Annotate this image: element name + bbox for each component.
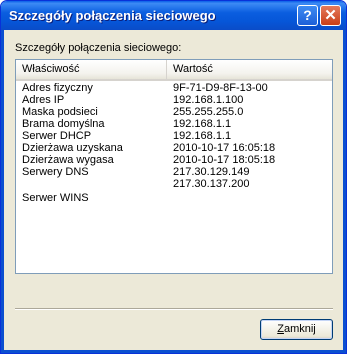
list-item[interactable]: Serwery DNS 217.30.129.149 — [16, 166, 332, 178]
list-item[interactable]: Dzierżawa uzyskana 2010-10-17 16:05:18 — [16, 142, 332, 154]
help-icon: ? — [303, 7, 312, 23]
window-frame-bottom — [1, 350, 346, 353]
property-name: Serwery DNS — [22, 166, 89, 178]
details-list[interactable]: Właściwość Wartość Adres fizyczny 9F-71-… — [15, 59, 333, 274]
list-item[interactable]: Serwer DHCP 192.168.1.1 — [16, 130, 332, 142]
property-name: Adres IP — [22, 94, 65, 106]
close-icon: ✕ — [324, 7, 337, 24]
column-header-value[interactable]: Wartość — [167, 60, 317, 79]
window-title: Szczegóły połączenia sieciowego — [9, 8, 216, 23]
property-name: Maska podsieci — [22, 106, 98, 118]
help-button[interactable]: ? — [297, 5, 318, 26]
property-value: 192.168.1.1 — [173, 118, 232, 130]
close-button[interactable]: Zamknij — [260, 319, 333, 340]
property-name: Serwer WINS — [22, 192, 89, 204]
property-value: 217.30.129.149 — [173, 166, 250, 178]
column-header-property[interactable]: Właściwość — [16, 60, 167, 79]
property-name: Dzierżawa wygasa — [22, 154, 114, 166]
close-button-label: amknij — [283, 323, 316, 335]
window-frame-left — [1, 30, 4, 353]
window-frame-right — [343, 30, 346, 353]
details-label: Szczegóły połączenia sieciowego: — [15, 42, 182, 54]
list-item[interactable]: 217.30.137.200 — [16, 178, 332, 190]
close-window-button[interactable]: ✕ — [320, 5, 341, 26]
list-rows: Adres fizyczny 9F-71-D9-8F-13-00 Adres I… — [16, 82, 332, 206]
list-item[interactable]: Serwer WINS — [16, 190, 332, 206]
separator — [15, 308, 333, 310]
property-name: Dzierżawa uzyskana — [22, 142, 123, 154]
dialog-window: Szczegóły połączenia sieciowego ? ✕ Szcz… — [0, 0, 347, 354]
list-item[interactable]: Brama domyślna 192.168.1.1 — [16, 118, 332, 130]
list-header: Właściwość Wartość — [16, 60, 332, 81]
property-value: 2010-10-17 18:05:18 — [173, 154, 276, 166]
property-name: Adres fizyczny — [22, 82, 93, 94]
property-value: 192.168.1.100 — [173, 94, 244, 106]
property-name: Serwer DHCP — [22, 130, 92, 142]
property-value: 9F-71-D9-8F-13-00 — [173, 82, 268, 94]
list-item[interactable]: Dzierżawa wygasa 2010-10-17 18:05:18 — [16, 154, 332, 166]
list-item[interactable]: Adres IP 192.168.1.100 — [16, 94, 332, 106]
list-item[interactable]: Adres fizyczny 9F-71-D9-8F-13-00 — [16, 82, 332, 94]
title-bar[interactable]: Szczegóły połączenia sieciowego ? ✕ — [1, 1, 346, 30]
list-item[interactable]: Maska podsieci 255.255.255.0 — [16, 106, 332, 118]
property-value: 255.255.255.0 — [173, 106, 244, 118]
property-value: 2010-10-17 16:05:18 — [173, 142, 276, 154]
property-value: 217.30.137.200 — [173, 178, 250, 190]
property-name: Brama domyślna — [22, 118, 105, 130]
property-value: 192.168.1.1 — [173, 130, 232, 142]
close-button-accelerator: Z — [277, 323, 284, 335]
